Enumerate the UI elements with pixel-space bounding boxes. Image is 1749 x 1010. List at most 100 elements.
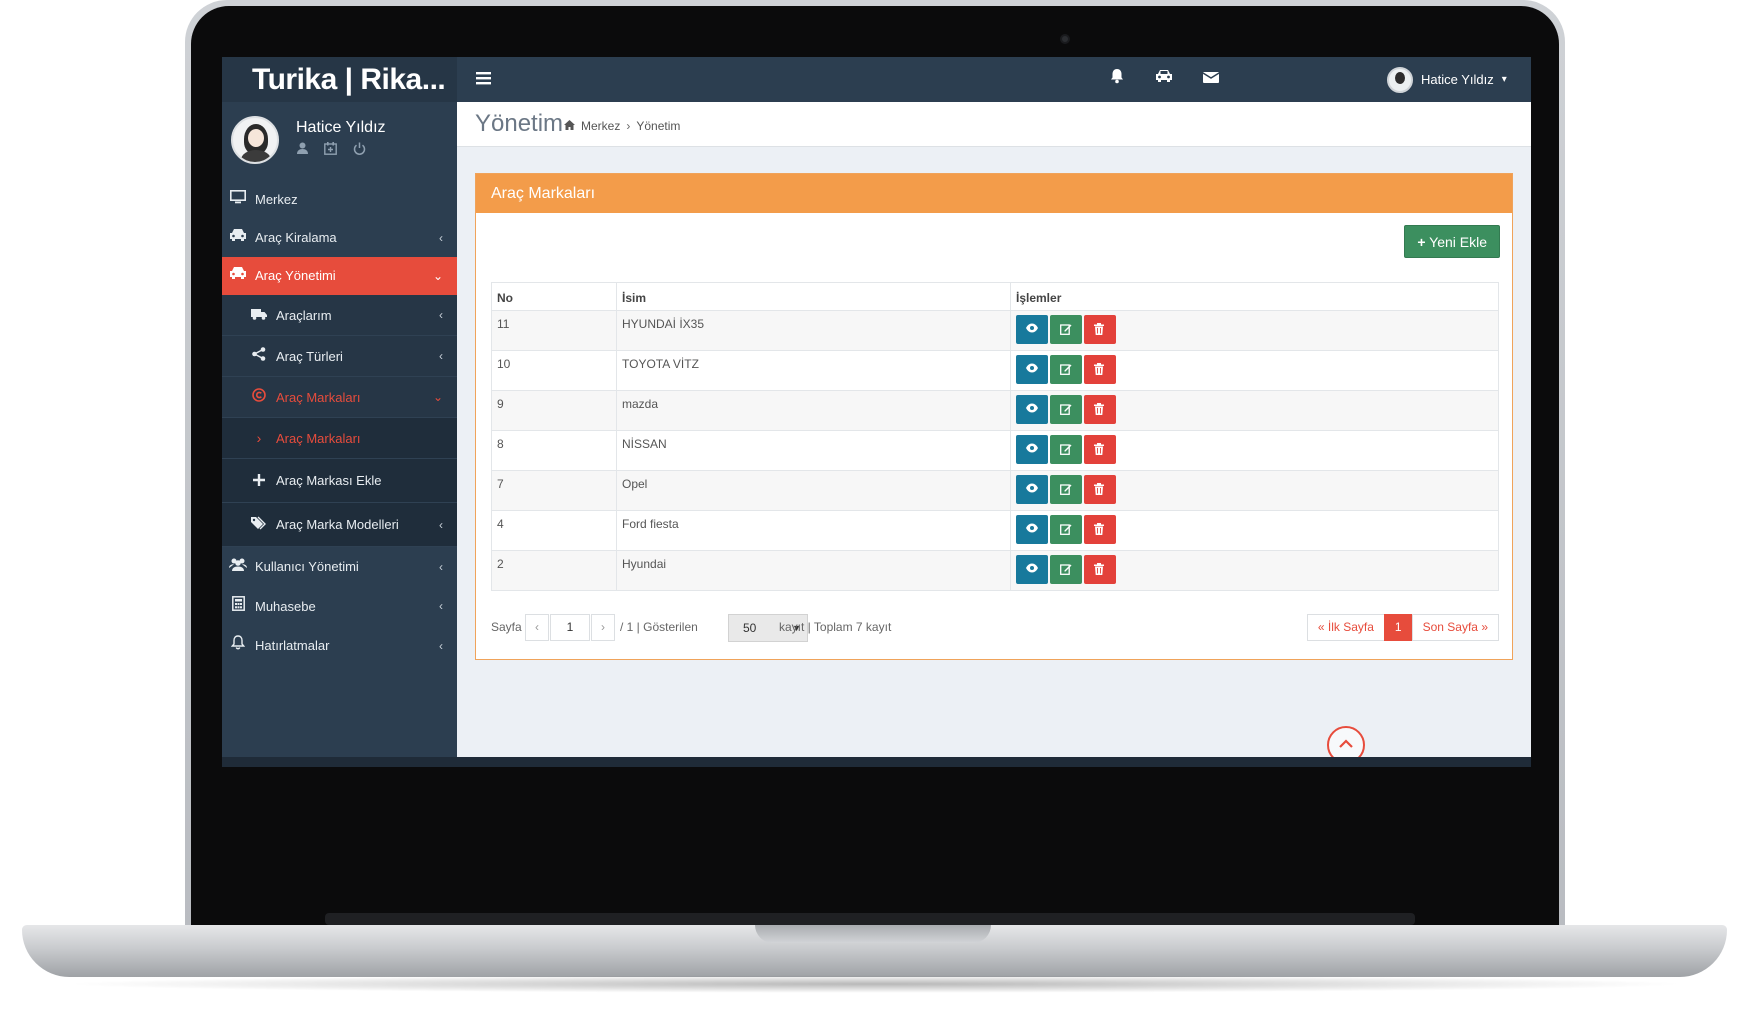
sidebar-item-arac-kiralama[interactable]: Araç Kiralama ‹ — [222, 219, 457, 257]
table-row: 4 Ford fiesta — [491, 510, 1499, 551]
panel-title: Araç Markaları — [476, 174, 1512, 213]
table-row: 2 Hyundai — [491, 550, 1499, 591]
delete-button[interactable] — [1084, 395, 1116, 424]
edit-button[interactable] — [1050, 315, 1082, 344]
delete-button[interactable] — [1084, 315, 1116, 344]
sidebar-item-label: Araç Marka Modelleri — [276, 517, 399, 532]
sidebar-item-label: Araç Markaları — [276, 390, 361, 405]
bell-icon — [228, 626, 248, 666]
sidebar-user-name: Hatice Yıldız — [296, 119, 386, 136]
delete-button[interactable] — [1084, 475, 1116, 504]
column-header-name[interactable]: İsim — [616, 282, 1011, 311]
user-icon[interactable] — [297, 142, 308, 158]
edit-button[interactable] — [1050, 555, 1082, 584]
sidebar-item-arac-yonetimi[interactable]: Araç Yönetimi ⌄ — [222, 257, 457, 295]
bars-icon[interactable] — [476, 68, 496, 90]
cell-no: 10 — [491, 350, 617, 391]
table-row: 10 TOYOTA VİTZ — [491, 350, 1499, 391]
current-page-button[interactable]: 1 — [1383, 614, 1413, 641]
edit-button[interactable] — [1050, 395, 1082, 424]
sidebar-item-arac-turleri[interactable]: Araç Türleri ‹ — [222, 336, 457, 377]
chevron-up-icon — [1339, 739, 1353, 748]
delete-button[interactable] — [1084, 355, 1116, 384]
envelope-icon[interactable] — [1202, 68, 1220, 90]
chevron-right-icon: › — [256, 430, 262, 446]
pager: Sayfa ‹ 1 › / 1 | Gösterilen 50 ▼ kayıt … — [491, 612, 1499, 642]
delete-button[interactable] — [1084, 435, 1116, 464]
view-button[interactable] — [1016, 555, 1048, 584]
delete-button[interactable] — [1084, 515, 1116, 544]
cell-no: 9 — [491, 390, 617, 431]
cell-name: HYUNDAİ İX35 — [616, 310, 1011, 351]
cell-name: TOYOTA VİTZ — [616, 350, 1011, 391]
chevron-down-icon: ⌄ — [432, 269, 443, 283]
view-button[interactable] — [1016, 475, 1048, 504]
sidebar-item-arac-markasi-ekle[interactable]: Araç Markası Ekle — [222, 459, 457, 503]
sidebar-item-label: Araç Markaları — [276, 431, 361, 446]
breadcrumb: Merkez › Yönetim — [564, 119, 680, 133]
brands-table: No İsim İşlemler 11 HYUNDAİ İX35 10 TOYOTA … — [491, 282, 1499, 591]
view-button[interactable] — [1016, 395, 1048, 424]
next-page-button[interactable]: › — [591, 614, 615, 641]
add-new-label: Yeni Ekle — [1429, 234, 1487, 250]
cell-actions — [1010, 350, 1499, 391]
cell-name: mazda — [616, 390, 1011, 431]
cell-no: 2 — [491, 550, 617, 591]
view-button[interactable] — [1016, 435, 1048, 464]
sidebar-item-arac-markalari[interactable]: Araç Markaları ⌄ — [222, 377, 457, 418]
content-header: Yönetim Merkez › Yönetim — [457, 102, 1531, 147]
edit-button[interactable] — [1050, 475, 1082, 504]
add-new-button[interactable]: + Yeni Ekle — [1404, 225, 1500, 258]
page-title: Yönetim — [475, 110, 564, 137]
chevron-down-icon: ⌄ — [432, 390, 443, 404]
edit-button[interactable] — [1050, 515, 1082, 544]
laptop-shadow — [60, 975, 1690, 993]
sidebar-item-arac-marka-modelleri[interactable]: Araç Marka Modelleri ‹ — [222, 503, 457, 547]
first-page-button[interactable]: « İlk Sayfa — [1306, 614, 1385, 641]
truck-icon — [249, 295, 269, 336]
prev-page-button[interactable]: ‹ — [525, 614, 549, 641]
calculator-icon — [228, 587, 248, 626]
breadcrumb-link-merkez[interactable]: Merkez — [581, 119, 620, 133]
last-page-button[interactable]: Son Sayfa » — [1411, 614, 1499, 641]
car-icon — [228, 257, 248, 295]
cell-no: 7 — [491, 470, 617, 511]
sidebar-item-arac-markalari-list[interactable]: › Araç Markaları — [222, 418, 457, 459]
sidebar-item-merkez[interactable]: Merkez — [222, 181, 457, 219]
column-header-actions: İşlemler — [1010, 282, 1499, 311]
brands-panel: Araç Markaları + Yeni Ekle No İsim İşlem… — [475, 173, 1513, 660]
sidebar-item-label: Hatırlatmalar — [255, 638, 330, 653]
view-button[interactable] — [1016, 315, 1048, 344]
cell-actions — [1010, 510, 1499, 551]
sidebar-item-kullanici-yonetimi[interactable]: Kullanıcı Yönetimi ‹ — [222, 547, 457, 587]
bell-icon[interactable] — [1109, 68, 1125, 90]
sidebar-item-label: Araçlarım — [276, 308, 332, 323]
sidebar-item-hatirlatmalar[interactable]: Hatırlatmalar ‹ — [222, 626, 457, 666]
column-header-no[interactable]: No — [491, 282, 617, 311]
breadcrumb-current: Yönetim — [636, 119, 681, 133]
table-row: 7 Opel — [491, 470, 1499, 511]
edit-button[interactable] — [1050, 435, 1082, 464]
view-button[interactable] — [1016, 355, 1048, 384]
sidebar-submenu: Araçlarım ‹ Araç Türleri ‹ Araç Markalar… — [222, 295, 457, 547]
chevron-left-icon: ‹ — [439, 349, 443, 363]
copyright-icon — [249, 377, 269, 418]
sidebar-item-muhasebe[interactable]: Muhasebe ‹ — [222, 587, 457, 626]
sidebar-item-label: Kullanıcı Yönetimi — [255, 559, 359, 574]
top-navbar: Turika | Rika... Hatice Yıldız ▾ — [222, 57, 1531, 102]
car-icon[interactable] — [1154, 68, 1174, 90]
sidebar-item-label: Araç Türleri — [276, 349, 343, 364]
avatar — [231, 116, 279, 164]
app-logo[interactable]: Turika | Rika... — [222, 57, 457, 102]
sidebar-item-araclarim[interactable]: Araçlarım ‹ — [222, 295, 457, 336]
cell-name: NİSSAN — [616, 430, 1011, 471]
page-number-input[interactable]: 1 — [550, 614, 590, 641]
edit-button[interactable] — [1050, 355, 1082, 384]
chevron-left-icon: ‹ — [439, 639, 443, 653]
calendar-icon[interactable] — [324, 142, 337, 158]
view-button[interactable] — [1016, 515, 1048, 544]
power-icon[interactable] — [353, 142, 366, 158]
delete-button[interactable] — [1084, 555, 1116, 584]
user-menu[interactable]: Hatice Yıldız ▾ — [1387, 65, 1507, 95]
sidebar-item-label: Merkez — [255, 192, 298, 207]
